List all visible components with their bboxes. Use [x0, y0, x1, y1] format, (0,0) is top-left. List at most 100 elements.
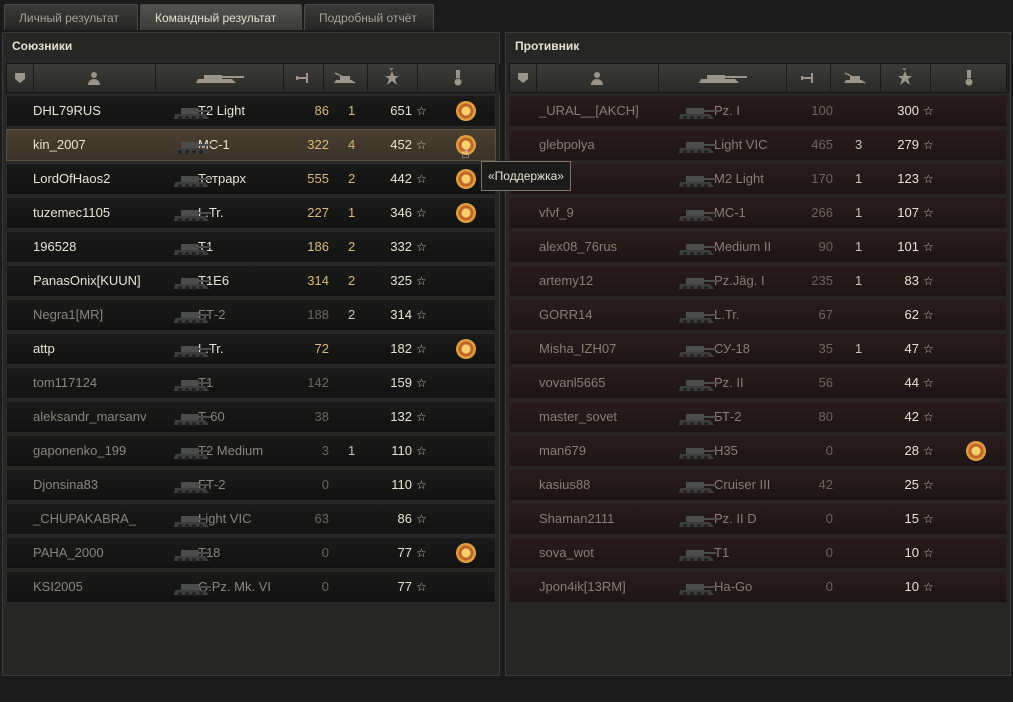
player-row[interactable]: alex08_76rus Medium II 90 1 101 ☆: [509, 231, 1007, 263]
xp-star-icon: ☆: [416, 410, 427, 424]
player-row[interactable]: KSI2005 G.Pz. Mk. VI 0 77 ☆: [6, 571, 496, 603]
player-icon[interactable]: [536, 64, 659, 92]
medal-icon[interactable]: [456, 339, 476, 359]
tank-silhouette-icon: [679, 210, 716, 222]
player-name: kin_2007: [33, 137, 86, 152]
player-row[interactable]: 196528 T1 186 2 332 ☆: [6, 231, 496, 263]
kills-value: 3: [855, 137, 863, 152]
medal-icon[interactable]: [930, 64, 1009, 92]
hand-cursor-icon: ☝: [461, 145, 470, 161]
player-row[interactable]: attp L.Tr. 72 182 ☆: [6, 333, 496, 365]
player-row[interactable]: aleksandr_marsanv Т-60 38 132 ☆: [6, 401, 496, 433]
player-row[interactable]: vfvf_9 МС-1 266 1 107 ☆: [509, 197, 1007, 229]
kills-value: 1: [348, 103, 356, 118]
tank-silhouette-icon: [679, 176, 716, 188]
player-name: tuzemec1105: [33, 205, 111, 220]
experience-value: 10: [904, 545, 919, 560]
medal-icon[interactable]: [966, 441, 986, 461]
medal-icon[interactable]: [417, 64, 500, 92]
allies-rows: DHL79RUS T2 Light 86 1 651 ☆ kin_2007 МС-1 322 4 4…: [6, 95, 496, 605]
player-name: Negra1[MR]: [33, 307, 104, 322]
kills-icon[interactable]: [323, 64, 368, 92]
player-row[interactable]: glebpolya Light VIC 465 3 279 ☆: [509, 129, 1007, 161]
xp-star-icon: ☆: [923, 308, 934, 322]
player-name: Djonsina83: [33, 477, 99, 492]
player-name: tom117124: [33, 375, 98, 390]
tank-silhouette-icon: [679, 346, 716, 358]
tank-name: МС-1: [714, 205, 746, 220]
xp-star-icon: ☆: [923, 206, 934, 220]
player-row[interactable]: _URAL__[AKCH] Pz. I 100 300 ☆: [509, 95, 1007, 127]
player-row[interactable]: tuzemec1105 L.Tr. 227 1 346 ☆: [6, 197, 496, 229]
player-row[interactable]: kasius88 Cruiser III 42 25 ☆: [509, 469, 1007, 501]
damage-value: 314: [307, 273, 329, 288]
xp-star-icon[interactable]: ⌄: [367, 64, 418, 92]
experience-value: 10: [904, 579, 919, 594]
player-name: _CHUPAKABRA_: [33, 511, 137, 526]
player-row[interactable]: master_sovet БТ-2 80 42 ☆: [509, 401, 1007, 433]
player-name: KSI2005: [33, 579, 83, 594]
medal-icon[interactable]: [456, 543, 476, 563]
player-row[interactable]: kin_2007 МС-1 322 4 452 ☆: [6, 129, 496, 161]
player-name: vovanl5665: [539, 375, 606, 390]
player-row[interactable]: LordOfHaos2 Тетрарх 555 2 442 ☆: [6, 163, 496, 195]
xp-star-icon: ☆: [923, 410, 934, 424]
player-name: sova_wot: [539, 545, 594, 560]
enemies-title: Противник: [515, 39, 580, 53]
player-row[interactable]: Shaman2111 Pz. II D 0 15 ☆: [509, 503, 1007, 535]
experience-value: 182: [390, 341, 412, 356]
damage-value: 0: [825, 545, 833, 560]
xp-star-icon: ☆: [416, 512, 427, 526]
experience-value: 86: [397, 511, 412, 526]
xp-star-icon: ☆: [923, 172, 934, 186]
damage-value: 0: [321, 545, 329, 560]
tank-silhouette-icon: [174, 210, 211, 222]
player-name: LordOfHaos2: [33, 171, 111, 186]
xp-star-icon: ☆: [416, 206, 427, 220]
kills-icon[interactable]: [830, 64, 881, 92]
player-row[interactable]: DHL79RUS T2 Light 86 1 651 ☆: [6, 95, 496, 127]
tank-icon[interactable]: [658, 64, 787, 92]
player-row[interactable]: Djonsina83 БТ-2 0 110 ☆: [6, 469, 496, 501]
tank-silhouette-icon: [174, 516, 211, 528]
player-row[interactable]: PanasOnix[KUUN] T1E6 314 2 325 ☆: [6, 265, 496, 297]
player-row[interactable]: GORR14 L.Tr. 67 62 ☆: [509, 299, 1007, 331]
squad-icon[interactable]: [510, 64, 537, 92]
player-row[interactable]: artemy12 Pz.Jäg. I 235 1 83 ☆: [509, 265, 1007, 297]
player-row[interactable]: sova_wot T1 0 10 ☆: [509, 537, 1007, 569]
player-row[interactable]: PAHA_2000 T18 0 77 ☆: [6, 537, 496, 569]
damage-icon[interactable]: [283, 64, 324, 92]
allies-panel: Союзники ⌄ DHL79RUS T2 Light 86 1 651 ☆ kin_20…: [2, 32, 500, 676]
player-row[interactable]: tom117124 T1 142 159 ☆: [6, 367, 496, 399]
player-row[interactable]: Jpon4ik[13RM] Ha-Go 0 10 ☆: [509, 571, 1007, 603]
kills-value: 4: [348, 137, 356, 152]
player-row[interactable]: Misha_IZH07 СУ-18 35 1 47 ☆: [509, 333, 1007, 365]
medal-icon[interactable]: [456, 169, 476, 189]
player-row[interactable]: _CHUPAKABRA_ Light VIC 63 86 ☆: [6, 503, 496, 535]
kills-value: 1: [855, 273, 863, 288]
player-icon[interactable]: [33, 64, 156, 92]
tab-personal[interactable]: Личный результат: [4, 4, 138, 30]
tank-icon[interactable]: [155, 64, 284, 92]
tab-team[interactable]: Командный результат: [140, 4, 302, 30]
player-row[interactable]: markM2 Light1701123☆: [509, 163, 1007, 195]
xp-star-icon: ☆: [923, 546, 934, 560]
experience-value: 15: [904, 511, 919, 526]
player-row[interactable]: Negra1[MR] БТ-2 188 2 314 ☆: [6, 299, 496, 331]
damage-value: 56: [818, 375, 833, 390]
tank-name: Pz. I: [714, 103, 741, 118]
medal-icon[interactable]: [456, 101, 476, 121]
player-row[interactable]: vovanl5665 Pz. II 56 44 ☆: [509, 367, 1007, 399]
player-name: artemy12: [539, 273, 594, 288]
tank-name: Medium II: [714, 239, 772, 254]
damage-icon[interactable]: [786, 64, 831, 92]
player-row[interactable]: gaponenko_199 T2 Medium 3 1 110 ☆: [6, 435, 496, 467]
xp-star-icon[interactable]: ⌄: [880, 64, 931, 92]
medal-icon[interactable]: [456, 203, 476, 223]
experience-value: 325: [390, 273, 412, 288]
player-row[interactable]: man679 H35 0 28 ☆: [509, 435, 1007, 467]
experience-value: 314: [390, 307, 412, 322]
squad-icon[interactable]: [7, 64, 34, 92]
tab-detailed[interactable]: Подробный отчёт: [304, 4, 434, 30]
xp-star-icon: ☆: [416, 104, 427, 118]
